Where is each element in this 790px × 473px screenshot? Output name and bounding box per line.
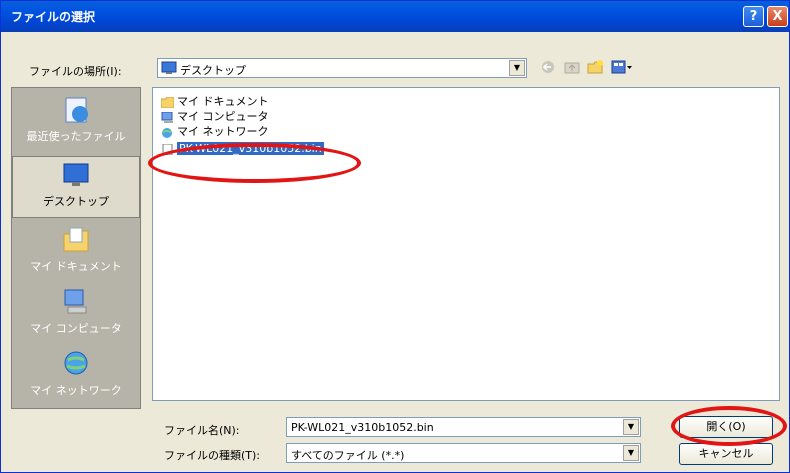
my-documents-icon — [63, 227, 89, 252]
dialog-title: ファイルの選択 — [11, 10, 96, 24]
place-recent[interactable]: 最近使ったファイル — [12, 92, 140, 154]
place-label: デスクトップ — [43, 195, 109, 208]
place-my-documents[interactable]: マイ ドキュメント — [12, 222, 140, 284]
list-item-my-computer[interactable]: マイ コンピュータ — [161, 109, 269, 124]
cancel-button[interactable]: キャンセル — [679, 443, 773, 465]
place-my-computer[interactable]: マイ コンピュータ — [12, 284, 140, 346]
list-item-my-documents[interactable]: マイ ドキュメント — [161, 94, 269, 109]
place-label: マイ ドキュメント — [30, 260, 122, 273]
filetype-label: ファイルの種類(T): — [164, 449, 261, 462]
file-open-dialog: ファイルの選択 ? X ファイルの場所(I): デスクトップ ▼ 最近使ったファ… — [0, 0, 790, 473]
desktop-icon — [161, 61, 177, 74]
list-item-my-network[interactable]: マイ ネットワーク — [161, 124, 269, 139]
filename-label: ファイル名(N): — [164, 424, 240, 437]
file-list[interactable]: マイ ドキュメント マイ コンピュータ マイ ネットワーク PK-WL021_v… — [152, 87, 780, 401]
look-in-label: ファイルの場所(I): — [29, 65, 122, 78]
chevron-down-icon[interactable]: ▼ — [509, 60, 525, 76]
highlight-ring-file — [148, 143, 361, 183]
filetype-value: すべてのファイル (*.*) — [291, 449, 405, 462]
new-folder-icon[interactable] — [587, 59, 605, 75]
my-computer-icon — [64, 289, 87, 314]
chevron-down-icon[interactable]: ▼ — [623, 419, 639, 435]
view-menu-icon[interactable] — [611, 59, 633, 75]
look-in-dropdown[interactable]: デスクトップ ▼ — [157, 58, 527, 78]
place-label: マイ コンピュータ — [30, 322, 122, 335]
close-button[interactable]: X — [767, 6, 788, 27]
title-bar: ファイルの選択 ? X — [1, 1, 789, 32]
chevron-down-icon[interactable]: ▼ — [623, 445, 639, 461]
desktop-icon — [63, 163, 89, 186]
highlight-ring-open — [671, 406, 787, 446]
filetype-select[interactable]: すべてのファイル (*.*) ▼ — [286, 443, 641, 463]
up-folder-icon[interactable] — [563, 59, 581, 75]
my-network-icon — [64, 351, 88, 375]
place-label: マイ ネットワーク — [30, 384, 122, 397]
recent-documents-icon — [65, 97, 88, 123]
look-in-value: デスクトップ — [180, 64, 246, 77]
place-my-network[interactable]: マイ ネットワーク — [12, 346, 140, 408]
back-icon[interactable] — [539, 59, 557, 75]
place-label: 最近使ったファイル — [26, 130, 126, 143]
places-bar: 最近使ったファイル デスクトップ マイ ドキュメント マイ コンピュータ マイ … — [11, 87, 141, 409]
filename-input[interactable]: PK-WL021_v310b1052.bin ▼ — [286, 417, 641, 437]
folder-icon — [161, 96, 174, 108]
filename-value: PK-WL021_v310b1052.bin — [291, 421, 434, 434]
place-desktop[interactable]: デスクトップ — [12, 156, 140, 218]
help-button[interactable]: ? — [743, 6, 764, 27]
computer-icon — [161, 111, 173, 123]
network-icon — [162, 127, 172, 138]
